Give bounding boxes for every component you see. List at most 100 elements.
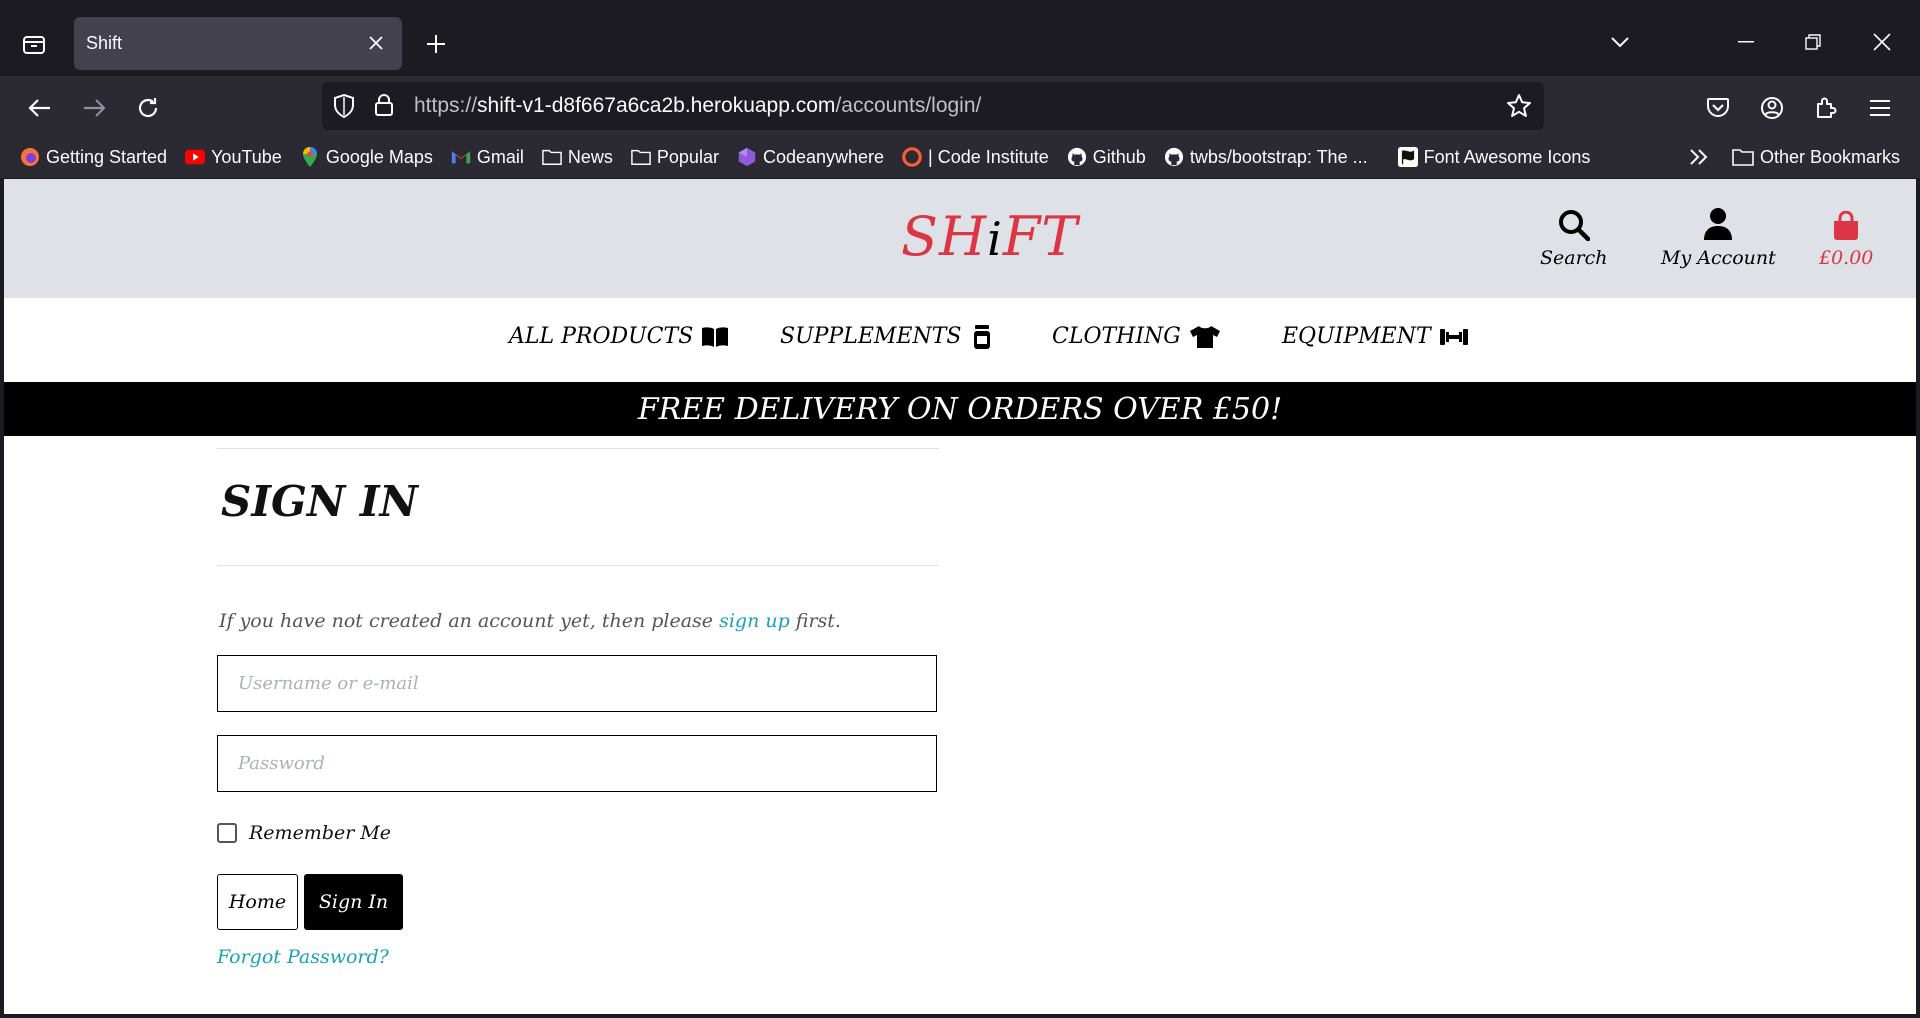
delivery-banner: FREE DELIVERY ON ORDERS OVER £50! bbox=[4, 382, 1916, 436]
youtube-icon bbox=[185, 147, 206, 167]
divider bbox=[217, 565, 939, 566]
extensions-icon[interactable] bbox=[1808, 90, 1844, 126]
remember-me: Remember Me bbox=[217, 822, 939, 844]
nav-equipment[interactable]: EQUIPMENT bbox=[1282, 324, 1469, 349]
search-link[interactable]: Search bbox=[1540, 205, 1608, 269]
reload-icon[interactable] bbox=[130, 90, 166, 126]
other-bookmarks[interactable]: Other Bookmarks bbox=[1732, 136, 1900, 178]
bookmark-label: Font Awesome Icons bbox=[1423, 146, 1591, 167]
more-bookmarks-chevron-icon[interactable] bbox=[1688, 136, 1710, 178]
site-header: SHiFT Search My Account £0.00 bbox=[4, 179, 1916, 298]
dumbbell-icon bbox=[1439, 326, 1469, 348]
bookmark-label: Google Maps bbox=[325, 146, 433, 167]
codeanywhere-icon bbox=[737, 147, 757, 167]
sign-in-button[interactable]: Sign In bbox=[304, 874, 403, 930]
bookmark-font-awesome[interactable]: Font Awesome Icons bbox=[1397, 146, 1591, 168]
password-placeholder: Password bbox=[238, 753, 325, 774]
bookmark-label: News bbox=[567, 146, 613, 167]
folder-icon bbox=[542, 147, 562, 167]
tshirt-icon bbox=[1189, 325, 1221, 349]
gmail-icon bbox=[451, 147, 471, 167]
site-logo[interactable]: SHiFT bbox=[901, 205, 1078, 268]
bookmark-label: twbs/bootstrap: The ... bbox=[1189, 146, 1368, 167]
bookmark-codeanywhere[interactable]: Codeanywhere bbox=[737, 147, 884, 168]
lock-icon[interactable] bbox=[374, 93, 394, 122]
forward-arrow-icon[interactable] bbox=[76, 90, 112, 126]
web-page: SHiFT Search My Account £0.00 ALL PRODUC… bbox=[4, 179, 1916, 1014]
shield-icon[interactable] bbox=[332, 93, 356, 124]
other-bookmarks-label: Other Bookmarks bbox=[1760, 146, 1901, 167]
bookmark-label: Gmail bbox=[476, 146, 524, 167]
back-arrow-icon[interactable] bbox=[22, 90, 58, 126]
browser-tab-bar: Shift bbox=[0, 0, 1920, 76]
hamburger-menu-icon[interactable] bbox=[1862, 90, 1898, 126]
bookmark-gmail[interactable]: Gmail bbox=[451, 147, 524, 168]
page-title: SIGN IN bbox=[221, 477, 418, 526]
url-scheme: https:// bbox=[414, 94, 478, 117]
bookmark-star-icon[interactable] bbox=[1506, 93, 1532, 124]
browser-toolbar: https://shift-v1-d8f667a6ca2b.herokuapp.… bbox=[0, 76, 1920, 136]
tab-list-icon[interactable] bbox=[14, 28, 54, 60]
username-field[interactable]: Username or e-mail bbox=[217, 655, 937, 712]
close-window-icon[interactable] bbox=[1862, 26, 1902, 58]
remember-me-label[interactable]: Remember Me bbox=[249, 822, 391, 844]
bookmark-label: Github bbox=[1092, 146, 1146, 167]
minimize-icon[interactable] bbox=[1726, 26, 1766, 58]
my-account-label: My Account bbox=[1661, 247, 1776, 269]
firefox-icon bbox=[20, 147, 40, 167]
new-tab-icon[interactable] bbox=[420, 28, 452, 60]
url-host: shift-v1-d8f667a6ca2b.herokuapp.com bbox=[477, 94, 836, 117]
form-buttons: Home Sign In bbox=[217, 874, 939, 930]
browser-tab[interactable]: Shift bbox=[74, 17, 402, 70]
bookmark-youtube[interactable]: YouTube bbox=[185, 147, 282, 168]
signup-prompt-before: If you have not created an account yet, … bbox=[219, 610, 720, 632]
bookmark-folder-popular[interactable]: Popular bbox=[631, 147, 719, 168]
flag-icon bbox=[1397, 147, 1418, 167]
bookmark-getting-started[interactable]: Getting Started bbox=[20, 147, 167, 168]
logo-text-i: i bbox=[987, 212, 1003, 266]
home-button[interactable]: Home bbox=[217, 874, 298, 930]
bookmarks-toolbar: Getting Started YouTube Google Maps Gmai… bbox=[0, 136, 1920, 178]
nav-all-products[interactable]: ALL PRODUCTS bbox=[509, 324, 729, 349]
nav-label: ALL PRODUCTS bbox=[509, 324, 694, 349]
bookmark-github[interactable]: Github bbox=[1067, 147, 1146, 168]
restore-icon[interactable] bbox=[1793, 26, 1833, 58]
nav-label: CLOTHING bbox=[1052, 324, 1181, 349]
address-bar[interactable]: https://shift-v1-d8f667a6ca2b.herokuapp.… bbox=[322, 82, 1544, 130]
forgot-password-link[interactable]: Forgot Password? bbox=[217, 946, 939, 968]
pocket-icon[interactable] bbox=[1700, 90, 1736, 126]
url-text: https://shift-v1-d8f667a6ca2b.herokuapp.… bbox=[414, 94, 981, 118]
bookmark-folder-news[interactable]: News bbox=[542, 147, 613, 168]
folder-icon bbox=[631, 147, 651, 167]
password-field[interactable]: Password bbox=[217, 735, 937, 792]
signup-prompt: If you have not created an account yet, … bbox=[219, 610, 939, 632]
divider bbox=[217, 448, 939, 449]
logo-text-sh: SH bbox=[901, 205, 988, 268]
sign-up-link[interactable]: sign up bbox=[719, 610, 790, 632]
shopping-bag-icon bbox=[1832, 205, 1860, 241]
github-icon bbox=[1067, 147, 1087, 167]
nav-clothing[interactable]: CLOTHING bbox=[1052, 324, 1221, 349]
search-icon bbox=[1558, 205, 1590, 241]
chevron-down-icon[interactable] bbox=[1600, 26, 1640, 58]
bookmark-google-maps[interactable]: Google Maps bbox=[300, 147, 433, 168]
maps-pin-icon bbox=[300, 147, 320, 167]
github-icon bbox=[1164, 147, 1184, 167]
book-open-icon bbox=[701, 326, 729, 348]
nav-supplements[interactable]: SUPPLEMENTS bbox=[780, 324, 991, 349]
bookmark-code-institute[interactable]: | Code Institute bbox=[902, 147, 1049, 168]
remember-me-checkbox[interactable] bbox=[217, 823, 237, 843]
account-circle-icon[interactable] bbox=[1754, 90, 1790, 126]
cart-link[interactable]: £0.00 bbox=[1819, 205, 1873, 269]
bookmark-twbs-bootstrap[interactable]: twbs/bootstrap: The ... bbox=[1164, 147, 1368, 168]
my-account-link[interactable]: My Account bbox=[1661, 205, 1776, 269]
signin-form: SIGN IN If you have not created an accou… bbox=[217, 448, 939, 968]
nav-label: SUPPLEMENTS bbox=[780, 324, 962, 349]
cart-total: £0.00 bbox=[1819, 247, 1874, 269]
bookmark-label: | Code Institute bbox=[928, 146, 1049, 167]
user-icon bbox=[1703, 205, 1733, 241]
main-navigation: ALL PRODUCTS SUPPLEMENTS CLOTHING EQUIPM… bbox=[4, 298, 1916, 382]
search-label: Search bbox=[1540, 247, 1608, 269]
bookmark-label: Getting Started bbox=[46, 146, 168, 167]
close-tab-icon[interactable] bbox=[364, 31, 388, 55]
